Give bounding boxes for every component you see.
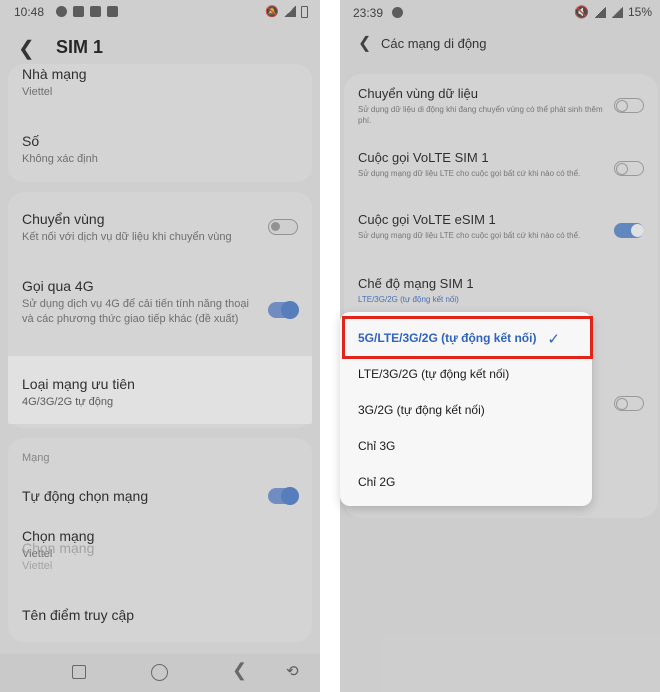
navigation-bar: ❮ ⟲ [0, 654, 320, 692]
rotate-icon[interactable]: ⟲ [286, 662, 299, 680]
number-row[interactable]: Số Không xác định [22, 133, 298, 167]
volte-esim-toggle[interactable] [614, 223, 644, 238]
section-label-network: Mạng [22, 452, 50, 464]
data-roaming-title: Chuyển vùng dữ liệu [358, 86, 479, 101]
preferred-network-row[interactable]: Loại mạng ưu tiên 4G/3G/2G tự động [8, 356, 312, 424]
volte-sim-row[interactable]: Cuộc gọi VoLTE SIM 1 Sử dụng mạng dữ liệ… [358, 150, 604, 179]
network-mode-title: Chế độ mạng SIM 1 [358, 276, 474, 291]
call-4g-toggle[interactable] [268, 301, 299, 319]
preferred-network-text: Loại mạng ưu tiên 4G/3G/2G tự động [22, 376, 298, 410]
call-4g-row[interactable]: Gọi qua 4G Sử dụng dịch vụ 4G để cải tiế… [22, 278, 252, 327]
system-icons: 🔕 [265, 5, 308, 18]
mute-icon: 🔇 [574, 5, 589, 19]
signal-icon [284, 6, 296, 17]
carrier-row[interactable]: Nhà mạng Viettel [22, 66, 298, 100]
battery-icon [301, 5, 308, 18]
option-5g-lte-3g-2g[interactable]: 5G/LTE/3G/2G (tự động kết nối) ✓ [358, 328, 578, 348]
preferred-network-value: 4G/3G/2G tự động [22, 396, 114, 408]
app-bar: ❮ Các mạng di động [340, 30, 660, 64]
left-phone-screen: 10:48 🔕 ❮ SIM 1 Nhà mạng Viettel Số Khôn… [0, 0, 320, 692]
home-icon[interactable] [151, 664, 168, 681]
option-label: LTE/3G/2G (tự động kết nối) [358, 367, 510, 381]
call-4g-title: Gọi qua 4G [22, 278, 94, 294]
signal-icon [610, 6, 623, 18]
messenger-icon [56, 6, 67, 17]
data-roaming-row[interactable]: Chuyển vùng dữ liệu Sử dụng dữ liệu di đ… [358, 86, 604, 126]
option-3g-only[interactable]: Chỉ 3G [358, 436, 578, 456]
option-label: 5G/LTE/3G/2G (tự động kết nối) [358, 331, 537, 345]
status-time: 10:48 [14, 5, 45, 19]
hidden-toggle[interactable] [614, 396, 644, 411]
volte-esim-subtitle: Sử dụng mạng dữ liệu LTE cho cuộc gọi bấ… [358, 231, 581, 240]
system-icons: 🔇 15% [574, 5, 652, 19]
wifi-icon [593, 6, 606, 18]
volte-sim-toggle[interactable] [614, 161, 644, 176]
network-mode-value: LTE/3G/2G (tự động kết nối) [358, 295, 459, 304]
app-bar: ❮ SIM 1 [0, 28, 320, 68]
data-roaming-toggle[interactable] [614, 98, 644, 113]
data-roaming-subtitle: Sử dụng dữ liệu di động khi đang chuyển … [358, 105, 603, 125]
volte-sim-subtitle: Sử dụng mạng dữ liệu LTE cho cuộc gọi bấ… [358, 169, 581, 178]
number-title: Số [22, 133, 40, 149]
carrier-value: Viettel [22, 86, 53, 98]
auto-select-toggle[interactable] [268, 487, 299, 505]
page-title: Các mạng di động [381, 36, 487, 51]
number-value: Không xác định [22, 153, 98, 165]
zalo-icon [73, 6, 84, 17]
volte-esim-row[interactable]: Cuộc gọi VoLTE eSIM 1 Sử dụng mạng dữ li… [358, 212, 604, 241]
volte-sim-title: Cuộc gọi VoLTE SIM 1 [358, 150, 489, 165]
network-mode-row[interactable]: Chế độ mạng SIM 1 LTE/3G/2G (tự động kết… [358, 276, 604, 305]
select-network-value-disabled: Viettel [22, 560, 53, 572]
messenger-icon [392, 7, 403, 18]
mute-icon: 🔕 [265, 6, 279, 18]
option-label: Chỉ 3G [358, 439, 396, 453]
auto-select-title: Tự động chọn mạng [22, 488, 149, 504]
status-bar: 10:48 🔕 [0, 0, 320, 24]
preferred-network-title: Loại mạng ưu tiên [22, 376, 135, 392]
sim-info-card: Nhà mạng Viettel Số Không xác định [8, 64, 312, 182]
volte-esim-title: Cuộc gọi VoLTE eSIM 1 [358, 212, 496, 227]
apn-title: Tên điểm truy cập [22, 607, 135, 623]
page-title: SIM 1 [56, 37, 104, 57]
select-network-row-disabled: Chọn mạng Viettel [22, 540, 306, 574]
call-4g-subtitle: Sử dụng dịch vụ 4G để cải tiến tính năng… [22, 298, 249, 325]
status-time: 23:39 [353, 6, 384, 20]
notification-icons [56, 6, 118, 17]
option-label: Chỉ 2G [358, 475, 396, 489]
option-3g-2g[interactable]: 3G/2G (tự động kết nối) [358, 400, 578, 420]
roaming-toggle[interactable] [268, 219, 298, 235]
roaming-title: Chuyển vùng [22, 211, 105, 227]
back-arrow-icon[interactable]: ❮ [18, 36, 35, 61]
option-2g-only[interactable]: Chỉ 2G [358, 472, 578, 492]
roaming-row[interactable]: Chuyển vùng Kết nối với dịch vụ dữ liệu … [22, 211, 252, 245]
carrier-title: Nhà mạng [22, 66, 87, 82]
recent-apps-icon[interactable] [72, 665, 86, 679]
back-icon[interactable]: ❮ [232, 660, 247, 681]
select-network-title-disabled: Chọn mạng [22, 540, 95, 556]
network-mode-popup: 5G/LTE/3G/2G (tự động kết nối) ✓ LTE/3G/… [340, 312, 592, 506]
battery-percent: 15% [627, 5, 652, 19]
option-lte-3g-2g[interactable]: LTE/3G/2G (tự động kết nối) [358, 364, 578, 384]
image-icon [107, 6, 118, 17]
apn-row[interactable]: Tên điểm truy cập [22, 607, 306, 623]
list-icon [90, 6, 101, 17]
option-label: 3G/2G (tự động kết nối) [358, 403, 485, 417]
back-arrow-icon[interactable]: ❮ [358, 33, 371, 53]
auto-select-network-row[interactable]: Tự động chọn mạng [22, 488, 306, 504]
roaming-subtitle: Kết nối với dịch vụ dữ liệu khi chuyển v… [22, 231, 232, 243]
check-icon: ✓ [547, 331, 560, 348]
